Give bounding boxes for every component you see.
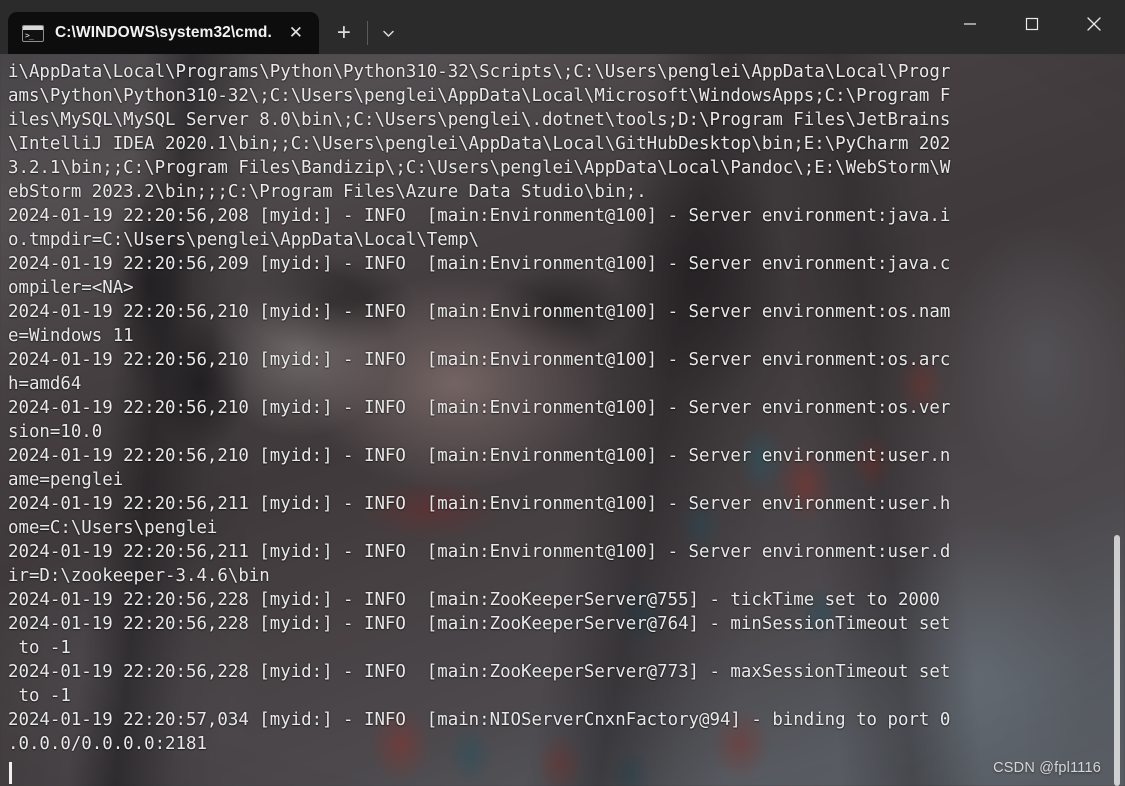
console-line: 2024-01-19 22:20:56,228 [myid:] - INFO [… xyxy=(8,614,951,634)
console-line: ome=C:\Users\penglei xyxy=(8,518,218,538)
console-line: \IntelliJ IDEA 2020.1\bin;;C:\Users\peng… xyxy=(8,134,951,154)
console-line: 2024-01-19 22:20:56,228 [myid:] - INFO [… xyxy=(8,590,940,610)
tab-divider xyxy=(366,21,368,45)
close-window-button[interactable] xyxy=(1063,0,1125,48)
console-line: 2024-01-19 22:20:56,210 [myid:] - INFO [… xyxy=(8,398,951,418)
title-bar[interactable]: C:\WINDOWS\system32\cmd. ✕ + xyxy=(0,0,1125,54)
console-line: to -1 xyxy=(8,638,71,658)
console-output: i\AppData\Local\Programs\Python\Python31… xyxy=(8,60,1108,756)
console-line: 2024-01-19 22:20:56,208 [myid:] - INFO [… xyxy=(8,206,951,226)
terminal-pane[interactable]: i\AppData\Local\Programs\Python\Python31… xyxy=(0,54,1125,786)
console-line: 2024-01-19 22:20:56,210 [myid:] - INFO [… xyxy=(8,350,951,370)
maximize-button[interactable] xyxy=(1001,0,1063,48)
console-line: 2024-01-19 22:20:56,211 [myid:] - INFO [… xyxy=(8,542,951,562)
console-line: h=amd64 xyxy=(8,374,82,394)
console-line: ame=penglei xyxy=(8,470,124,490)
console-line: i\AppData\Local\Programs\Python\Python31… xyxy=(8,62,951,82)
text-cursor xyxy=(9,762,12,784)
new-tab-button[interactable]: + xyxy=(323,12,365,54)
terminal-window: C:\WINDOWS\system32\cmd. ✕ + xyxy=(0,0,1125,786)
console-line: ir=D:\zookeeper-3.4.6\bin xyxy=(8,566,270,586)
console-line: 2024-01-19 22:20:57,034 [myid:] - INFO [… xyxy=(8,710,951,730)
console-line: sion=10.0 xyxy=(8,422,103,442)
console-line: o.tmpdir=C:\Users\penglei\AppData\Local\… xyxy=(8,230,480,250)
tab-strip: C:\WINDOWS\system32\cmd. ✕ + xyxy=(0,0,408,54)
vertical-scrollbar[interactable] xyxy=(1108,54,1125,786)
tab-cmd[interactable]: C:\WINDOWS\system32\cmd. ✕ xyxy=(8,12,319,54)
console-line: 2024-01-19 22:20:56,228 [myid:] - INFO [… xyxy=(8,662,951,682)
watermark: CSDN @fpl1116 xyxy=(993,760,1101,776)
minimize-button[interactable] xyxy=(939,0,1001,48)
close-tab-icon[interactable]: ✕ xyxy=(283,20,309,46)
console-line: 2024-01-19 22:20:56,210 [myid:] - INFO [… xyxy=(8,446,951,466)
console-line: 3.2.1\bin;;C:\Program Files\Bandizip\;C:… xyxy=(8,158,951,178)
console-line: 2024-01-19 22:20:56,210 [myid:] - INFO [… xyxy=(8,302,951,322)
console-line: e=Windows 11 xyxy=(8,326,134,346)
tab-title: C:\WINDOWS\system32\cmd. xyxy=(55,24,272,41)
console-line: ams\Python\Python310-32\;C:\Users\pengle… xyxy=(8,86,951,106)
console-line: ompiler=<NA> xyxy=(8,278,134,298)
console-line: iles\MySQL\MySQL Server 8.0\bin\;C:\User… xyxy=(8,110,951,130)
console-line: 2024-01-19 22:20:56,211 [myid:] - INFO [… xyxy=(8,494,951,514)
console-line: to -1 xyxy=(8,686,71,706)
console-line: 2024-01-19 22:20:56,209 [myid:] - INFO [… xyxy=(8,254,951,274)
console-line: ebStorm 2023.2\bin;;;C:\Program Files\Az… xyxy=(8,182,647,202)
console-line: .0.0.0/0.0.0.0:2181 xyxy=(8,734,207,754)
chevron-down-icon[interactable] xyxy=(370,12,408,54)
cmd-console-icon xyxy=(22,24,44,42)
scrollbar-thumb[interactable] xyxy=(1114,535,1120,786)
window-controls xyxy=(939,0,1125,48)
